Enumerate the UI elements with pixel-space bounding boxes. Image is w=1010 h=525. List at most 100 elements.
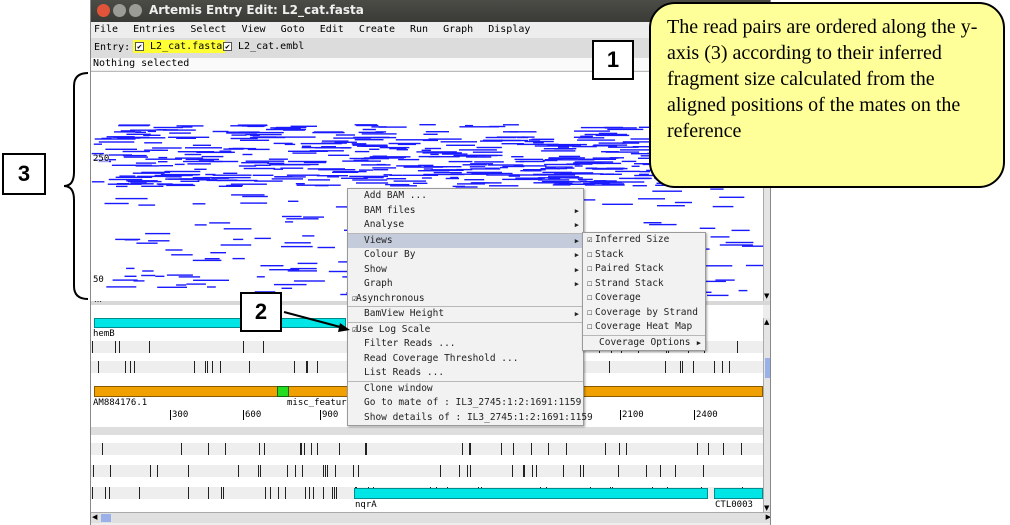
menu-graph[interactable]: Graph bbox=[443, 24, 473, 35]
checkbox-icon: ☐ bbox=[587, 322, 593, 332]
stop-codon-tick bbox=[194, 361, 195, 373]
stop-codon-tick bbox=[459, 465, 460, 477]
green-feature[interactable] bbox=[277, 386, 289, 397]
read-mark bbox=[528, 139, 541, 141]
menu-goto[interactable]: Goto bbox=[281, 24, 305, 35]
read-mark bbox=[470, 163, 493, 165]
submenu-item-coverage[interactable]: ☐ Coverage bbox=[583, 291, 705, 306]
entry-embl-toggle[interactable]: ✔ L2_cat.embl bbox=[223, 41, 304, 52]
close-icon[interactable] bbox=[97, 4, 110, 17]
menu-edit[interactable]: Edit bbox=[320, 24, 344, 35]
read-mark bbox=[169, 132, 191, 134]
menu-item-show[interactable]: Show ▶ bbox=[348, 263, 583, 278]
menu-item-bam-files[interactable]: BAM files ▶ bbox=[348, 204, 583, 219]
stop-codon-tick bbox=[737, 341, 738, 353]
scroll-down-arrow-icon[interactable]: ▼ bbox=[764, 292, 769, 300]
read-mark bbox=[174, 163, 185, 166]
submenu-item-coverage-by-strand[interactable]: ☐ Coverage by Strand bbox=[583, 306, 705, 321]
stop-codon-tick bbox=[313, 487, 314, 499]
menu-view[interactable]: View bbox=[241, 24, 265, 35]
menu-item-show-details[interactable]: Show details of : IL3_2745:1:2:1691:1159 bbox=[348, 411, 593, 426]
read-mark bbox=[118, 124, 149, 127]
scroll-down-arrow-icon-2[interactable]: ▼ bbox=[764, 504, 769, 512]
read-mark bbox=[157, 286, 187, 288]
read-mark bbox=[212, 179, 238, 181]
menu-display[interactable]: Display bbox=[488, 24, 530, 35]
menu-item-list-reads[interactable]: List Reads ... bbox=[348, 366, 583, 381]
submenu-item-strand-stack[interactable]: ☐ Strand Stack bbox=[583, 277, 705, 292]
read-mark bbox=[141, 274, 156, 277]
read-mark bbox=[144, 149, 163, 151]
menu-item-use-log-scale[interactable]: ☑ Use Log Scale bbox=[348, 323, 583, 338]
read-mark bbox=[440, 141, 477, 143]
read-mark bbox=[503, 131, 537, 133]
menu-item-bamview-height[interactable]: BamView Height ▶ bbox=[348, 307, 583, 322]
submenu-item-paired-stack[interactable]: ☐ Paired Stack bbox=[583, 262, 705, 277]
scroll-up-arrow-icon[interactable]: ▲ bbox=[764, 318, 769, 326]
read-mark bbox=[269, 164, 311, 166]
read-mark bbox=[126, 133, 151, 135]
menu-item-graph[interactable]: Graph ▶ bbox=[348, 277, 583, 292]
stop-codon-tick bbox=[311, 443, 312, 455]
stop-codon-tick bbox=[697, 443, 698, 455]
read-mark bbox=[639, 170, 650, 173]
menu-item-go-to-mate[interactable]: Go to mate of : IL3_2745:1:2:1691:1159 bbox=[348, 396, 583, 411]
read-mark bbox=[212, 130, 229, 133]
feature-vertical-scrollbar[interactable]: ▲ ▼ bbox=[763, 318, 770, 512]
read-mark bbox=[281, 245, 313, 248]
read-mark bbox=[731, 229, 750, 232]
menu-item-clone-window[interactable]: Clone window bbox=[348, 382, 583, 397]
read-mark bbox=[185, 147, 222, 149]
menu-item-asynchronous[interactable]: ☑ Asynchronous bbox=[348, 292, 583, 307]
read-mark bbox=[176, 284, 187, 286]
stop-codon-tick bbox=[238, 465, 239, 477]
menu-file[interactable]: File bbox=[94, 24, 118, 35]
y-axis-label-250: 250 bbox=[93, 154, 110, 164]
submenu-item-coverage-options[interactable]: Coverage Options ▶ bbox=[583, 336, 705, 351]
nqra-feature[interactable] bbox=[354, 488, 708, 499]
scroll-right-arrow-icon[interactable]: ▶ bbox=[766, 513, 770, 521]
maximize-icon[interactable] bbox=[129, 4, 142, 17]
stop-codon-tick bbox=[513, 443, 514, 455]
submenu-item-coverage-heat-map[interactable]: ☐ Coverage Heat Map bbox=[583, 320, 705, 335]
read-mark bbox=[592, 145, 618, 147]
menu-item-colour-by[interactable]: Colour By ▶ bbox=[348, 248, 583, 263]
read-mark bbox=[364, 136, 397, 139]
entry-fasta-toggle[interactable]: ✔ L2_cat.fasta bbox=[133, 40, 226, 53]
hscroll-thumb[interactable] bbox=[101, 514, 111, 522]
menu-item-analyse[interactable]: Analyse ▶ bbox=[348, 218, 583, 233]
menu-run[interactable]: Run bbox=[410, 24, 428, 35]
ruler-tick-900: 900 bbox=[320, 410, 339, 420]
submenu-item-inferred-size[interactable]: ☑ Inferred Size bbox=[583, 233, 705, 248]
stop-codon-tick bbox=[188, 487, 189, 499]
submenu-item-stack[interactable]: ☐ Stack bbox=[583, 248, 705, 263]
frame-track-4[interactable] bbox=[91, 465, 763, 477]
read-mark bbox=[564, 173, 604, 175]
read-mark bbox=[584, 133, 604, 136]
checkbox-icon: ✔ bbox=[223, 42, 232, 51]
y-axis-label-50: 50 bbox=[93, 275, 104, 285]
menu-item-views[interactable]: Views ▶ bbox=[348, 233, 583, 248]
stop-codon-tick bbox=[208, 443, 209, 455]
horizontal-scrollbar[interactable]: ◀ ▶ bbox=[91, 512, 770, 523]
read-mark bbox=[148, 240, 170, 242]
stop-codon-tick bbox=[327, 465, 328, 477]
menu-item-read-coverage-threshold[interactable]: Read Coverage Threshold ... bbox=[348, 352, 583, 367]
read-mark bbox=[302, 145, 312, 147]
read-mark bbox=[116, 183, 130, 185]
scroll-thumb[interactable] bbox=[765, 358, 770, 378]
frame-track-3[interactable] bbox=[91, 443, 763, 455]
ctl0003-feature[interactable] bbox=[714, 488, 763, 499]
stop-codon-tick bbox=[285, 487, 286, 499]
menu-create[interactable]: Create bbox=[359, 24, 395, 35]
stop-codon-tick bbox=[358, 465, 359, 477]
menu-item-add-bam[interactable]: Add BAM ... bbox=[348, 189, 583, 204]
scroll-left-arrow-icon[interactable]: ◀ bbox=[92, 513, 97, 521]
menu-item-filter-reads[interactable]: Filter Reads ... bbox=[348, 337, 583, 352]
menu-entries[interactable]: Entries bbox=[133, 24, 175, 35]
menu-select[interactable]: Select bbox=[190, 24, 226, 35]
read-mark bbox=[123, 156, 148, 158]
checkbox-icon: ✔ bbox=[135, 42, 144, 51]
minimize-icon[interactable] bbox=[113, 4, 126, 17]
feature-label-hemb: hemB bbox=[93, 329, 115, 339]
